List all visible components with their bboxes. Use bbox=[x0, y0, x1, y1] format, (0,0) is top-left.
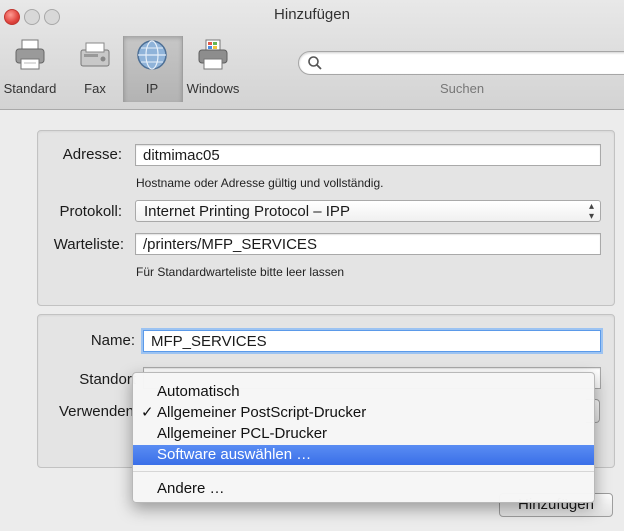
title-bar: Hinzufügen Standard Fax IP Windows Suche… bbox=[0, 0, 624, 110]
printer-icon bbox=[15, 39, 45, 70]
protocol-label: Protokoll: bbox=[59, 203, 122, 220]
toolbar-windows-label: Windows bbox=[186, 81, 240, 96]
checkmark-icon: ✓ bbox=[141, 404, 154, 421]
menu-separator bbox=[133, 471, 594, 472]
search-label: Suchen bbox=[440, 81, 485, 96]
menu-item-label: Allgemeiner PCL-Drucker bbox=[157, 425, 328, 442]
toolbar-ip[interactable]: IP bbox=[124, 38, 180, 98]
search-field[interactable] bbox=[298, 51, 624, 75]
menu-item-generic-postscript[interactable]: ✓ Allgemeiner PostScript-Drucker bbox=[133, 403, 594, 423]
toolbar-fax-label: Fax bbox=[84, 81, 106, 96]
menu-item-label: Software auswählen … bbox=[157, 446, 312, 463]
driver-dropdown-menu: Automatisch ✓ Allgemeiner PostScript-Dru… bbox=[132, 372, 595, 503]
menu-item-other[interactable]: Andere … bbox=[133, 479, 594, 499]
name-label: Name: bbox=[90, 332, 135, 349]
globe-icon bbox=[137, 40, 167, 70]
address-hint: Hostname oder Adresse gültig und vollstä… bbox=[136, 176, 384, 190]
protocol-select-value: Internet Printing Protocol – IPP bbox=[144, 203, 350, 220]
toolbar-fax[interactable]: Fax bbox=[70, 38, 120, 98]
toolbar-ip-label: IP bbox=[145, 81, 159, 96]
menu-item-select-software[interactable]: Software auswählen … bbox=[133, 445, 594, 465]
menu-item-automatic[interactable]: Automatisch bbox=[133, 382, 594, 402]
up-down-arrows-icon: ▴ ▾ bbox=[588, 201, 594, 222]
queue-hint: Für Standardwarteliste bitte leer lassen bbox=[136, 265, 345, 279]
menu-item-generic-pcl[interactable]: Allgemeiner PCL-Drucker bbox=[133, 424, 594, 444]
address-label: Adresse: bbox=[62, 146, 122, 163]
menu-item-label: Allgemeiner PostScript-Drucker bbox=[157, 404, 367, 421]
toolbar-standard-label: Standard bbox=[3, 81, 57, 96]
menu-item-label: Andere … bbox=[157, 480, 225, 497]
protocol-select[interactable]: Internet Printing Protocol – IPP ▴ ▾ bbox=[135, 200, 601, 222]
queue-field[interactable]: /printers/MFP_SERVICES bbox=[135, 233, 601, 255]
toolbar-windows[interactable]: Windows bbox=[183, 38, 243, 98]
menu-item-label: Automatisch bbox=[157, 383, 240, 400]
search-icon bbox=[308, 56, 322, 70]
name-field[interactable]: MFP_SERVICES bbox=[143, 330, 601, 352]
use-label: Verwenden bbox=[58, 403, 134, 420]
fax-icon bbox=[80, 42, 110, 67]
address-field[interactable]: ditmimac05 bbox=[135, 144, 601, 166]
toolbar-standard[interactable]: Standard bbox=[0, 38, 60, 98]
location-label: Standort bbox=[79, 371, 136, 388]
windows-printer-icon bbox=[198, 39, 228, 70]
window-title: Hinzufügen bbox=[274, 6, 350, 23]
queue-label: Warteliste: bbox=[53, 236, 124, 253]
